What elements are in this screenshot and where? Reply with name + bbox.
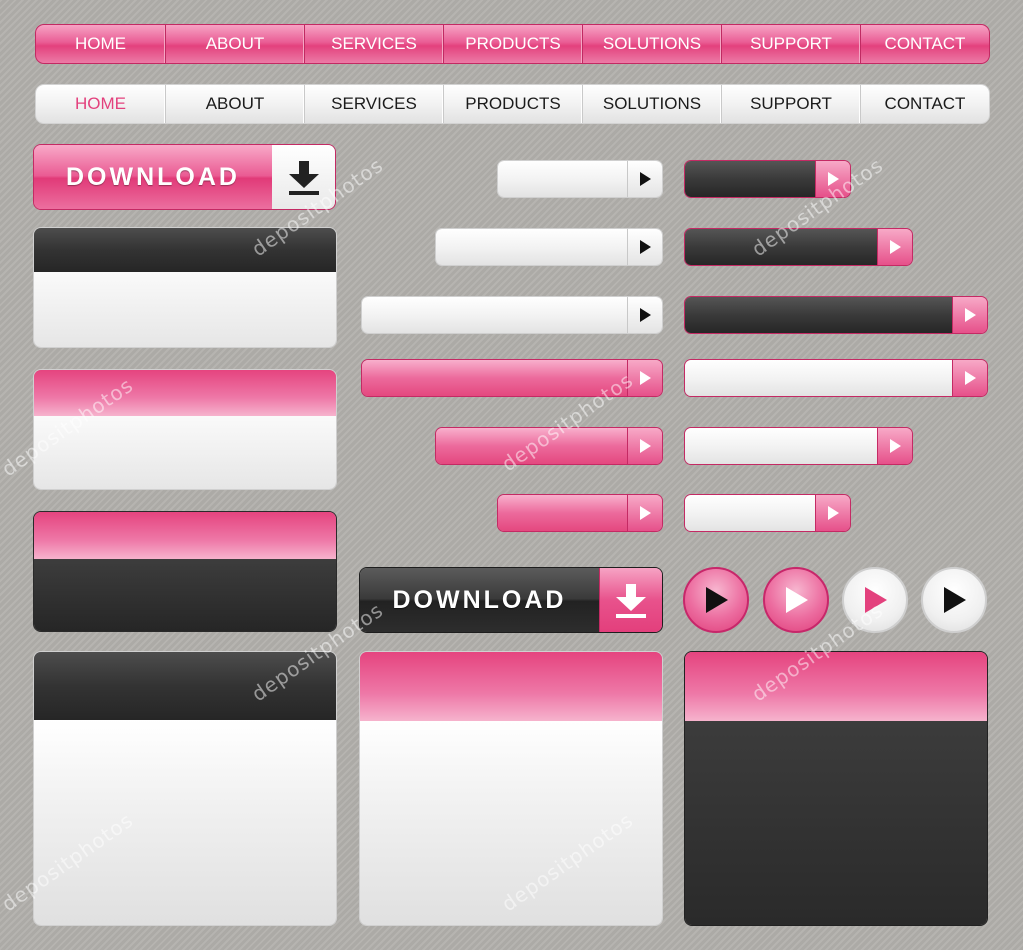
slider-white-short[interactable] xyxy=(497,160,663,198)
slider-white-pink-medium[interactable] xyxy=(684,427,913,465)
slider-white-long[interactable] xyxy=(361,296,663,334)
nav-item-about[interactable]: ABOUT xyxy=(166,25,305,63)
panel-large-pink-header-dark-body xyxy=(684,651,988,926)
nav-item-products[interactable]: PRODUCTS xyxy=(444,25,583,63)
nav-item-solutions[interactable]: SOLUTIONS xyxy=(583,85,722,123)
panel-pink-header-dark-body xyxy=(33,511,337,632)
play-arrow-icon[interactable] xyxy=(627,428,662,464)
download-button-label: DOWNLOAD xyxy=(360,568,599,632)
panel-body xyxy=(685,721,987,925)
slider-white-pink-short[interactable] xyxy=(684,494,851,532)
slider-white-medium[interactable] xyxy=(435,228,663,266)
nav-item-support[interactable]: SUPPORT xyxy=(722,25,861,63)
slider-pink-short[interactable] xyxy=(497,494,663,532)
nav-item-support[interactable]: SUPPORT xyxy=(722,85,861,123)
nav-item-contact[interactable]: CONTACT xyxy=(861,85,989,123)
slider-track xyxy=(498,495,627,531)
slider-track xyxy=(362,360,627,396)
play-arrow-icon[interactable] xyxy=(952,360,987,396)
nav-bar-white: HOME ABOUT SERVICES PRODUCTS SOLUTIONS S… xyxy=(35,84,990,124)
play-button-pink-white-arrow[interactable] xyxy=(763,567,829,633)
nav-item-products[interactable]: PRODUCTS xyxy=(444,85,583,123)
slider-track xyxy=(362,297,627,333)
panel-body xyxy=(34,272,336,347)
panel-dark-header-white-body xyxy=(33,227,337,348)
slider-track xyxy=(436,229,627,265)
play-arrow-icon xyxy=(944,587,966,613)
panel-large-pink-header-white-body xyxy=(359,651,663,926)
play-arrow-icon[interactable] xyxy=(627,495,662,531)
download-button-pink[interactable]: DOWNLOAD xyxy=(33,144,336,210)
play-arrow-icon[interactable] xyxy=(627,161,662,197)
play-button-pink-dark-arrow[interactable] xyxy=(683,567,749,633)
slider-track xyxy=(685,428,877,464)
slider-track xyxy=(685,360,952,396)
download-icon xyxy=(599,568,662,632)
play-arrow-icon[interactable] xyxy=(627,229,662,265)
nav-bar-pink: HOME ABOUT SERVICES PRODUCTS SOLUTIONS S… xyxy=(35,24,990,64)
nav-item-home[interactable]: HOME xyxy=(36,85,166,123)
slider-white-pink-long[interactable] xyxy=(684,359,988,397)
nav-item-home[interactable]: HOME xyxy=(36,25,166,63)
panel-body xyxy=(34,559,336,631)
nav-item-solutions[interactable]: SOLUTIONS xyxy=(583,25,722,63)
play-button-white-dark-arrow[interactable] xyxy=(921,567,987,633)
nav-item-contact[interactable]: CONTACT xyxy=(861,25,989,63)
play-arrow-icon xyxy=(706,587,728,613)
slider-track xyxy=(498,161,627,197)
play-arrow-icon[interactable] xyxy=(877,229,912,265)
slider-track xyxy=(685,161,815,197)
download-button-dark[interactable]: DOWNLOAD xyxy=(359,567,663,633)
panel-header xyxy=(360,652,662,721)
panel-large-dark-header xyxy=(33,651,337,926)
slider-dark-long[interactable] xyxy=(684,296,988,334)
slider-track xyxy=(685,495,815,531)
play-arrow-icon[interactable] xyxy=(952,297,987,333)
panel-header xyxy=(685,652,987,721)
panel-header xyxy=(34,512,336,559)
download-button-label: DOWNLOAD xyxy=(34,145,272,209)
slider-track xyxy=(685,297,952,333)
nav-item-services[interactable]: SERVICES xyxy=(305,85,444,123)
play-arrow-icon[interactable] xyxy=(815,495,850,531)
play-arrow-icon xyxy=(786,587,808,613)
play-arrow-icon[interactable] xyxy=(877,428,912,464)
nav-item-about[interactable]: ABOUT xyxy=(166,85,305,123)
play-arrow-icon[interactable] xyxy=(627,297,662,333)
nav-item-services[interactable]: SERVICES xyxy=(305,25,444,63)
panel-body xyxy=(34,720,336,925)
